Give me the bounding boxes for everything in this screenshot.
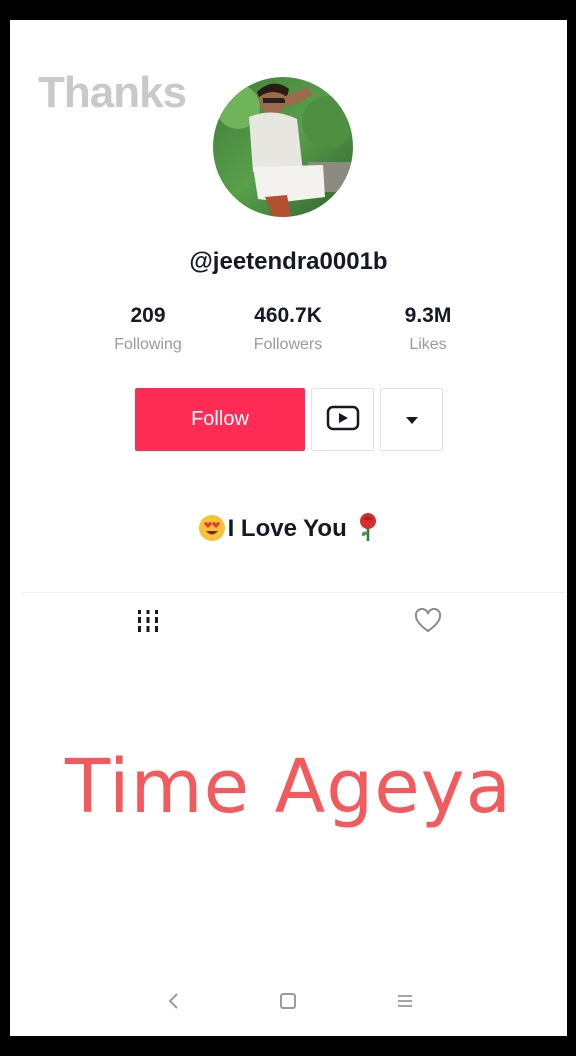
liked-heart-icon [414,607,442,638]
home-icon [279,992,297,1014]
stat-following[interactable]: 209 Following [88,304,208,354]
overlay-caption: Time Ageya [65,744,512,830]
tab-liked[interactable] [408,607,448,638]
profile-handle: @jeetendra0001b [189,248,388,275]
youtube-play-icon [326,405,360,435]
tabs-divider [22,592,567,593]
bio-text: I Love You [227,515,347,542]
youtube-button[interactable] [311,388,374,451]
stat-following-value: 209 [130,304,166,327]
back-button[interactable] [158,988,188,1018]
videos-grid-icon [135,608,161,638]
menu-button[interactable] [390,988,420,1018]
dropdown-triangle-icon [405,410,419,429]
stat-followers[interactable]: 460.7K Followers [228,304,348,354]
system-nav-bar [10,980,567,1020]
home-button[interactable] [273,988,303,1018]
app-screen: Thanks @jeetendra0001b 209 Following 460… [10,20,567,1036]
more-options-button[interactable] [380,388,443,451]
tab-videos[interactable] [128,608,168,638]
stat-likes-value: 9.3M [404,304,452,327]
stat-followers-label: Followers [253,336,323,353]
profile-bio: I Love You [10,512,567,549]
stat-following-label: Following [114,336,182,353]
stat-likes-label: Likes [409,336,447,353]
heart-eyes-emoji-icon [198,514,226,549]
follow-button[interactable]: Follow [135,388,305,451]
rose-emoji-icon [357,512,379,549]
stat-followers-value: 460.7K [254,304,322,327]
back-icon [166,991,180,1015]
watermark-text: Thanks [38,68,187,117]
stat-likes[interactable]: 9.3M Likes [368,304,488,354]
menu-icon [396,993,414,1013]
profile-avatar[interactable] [213,77,353,217]
